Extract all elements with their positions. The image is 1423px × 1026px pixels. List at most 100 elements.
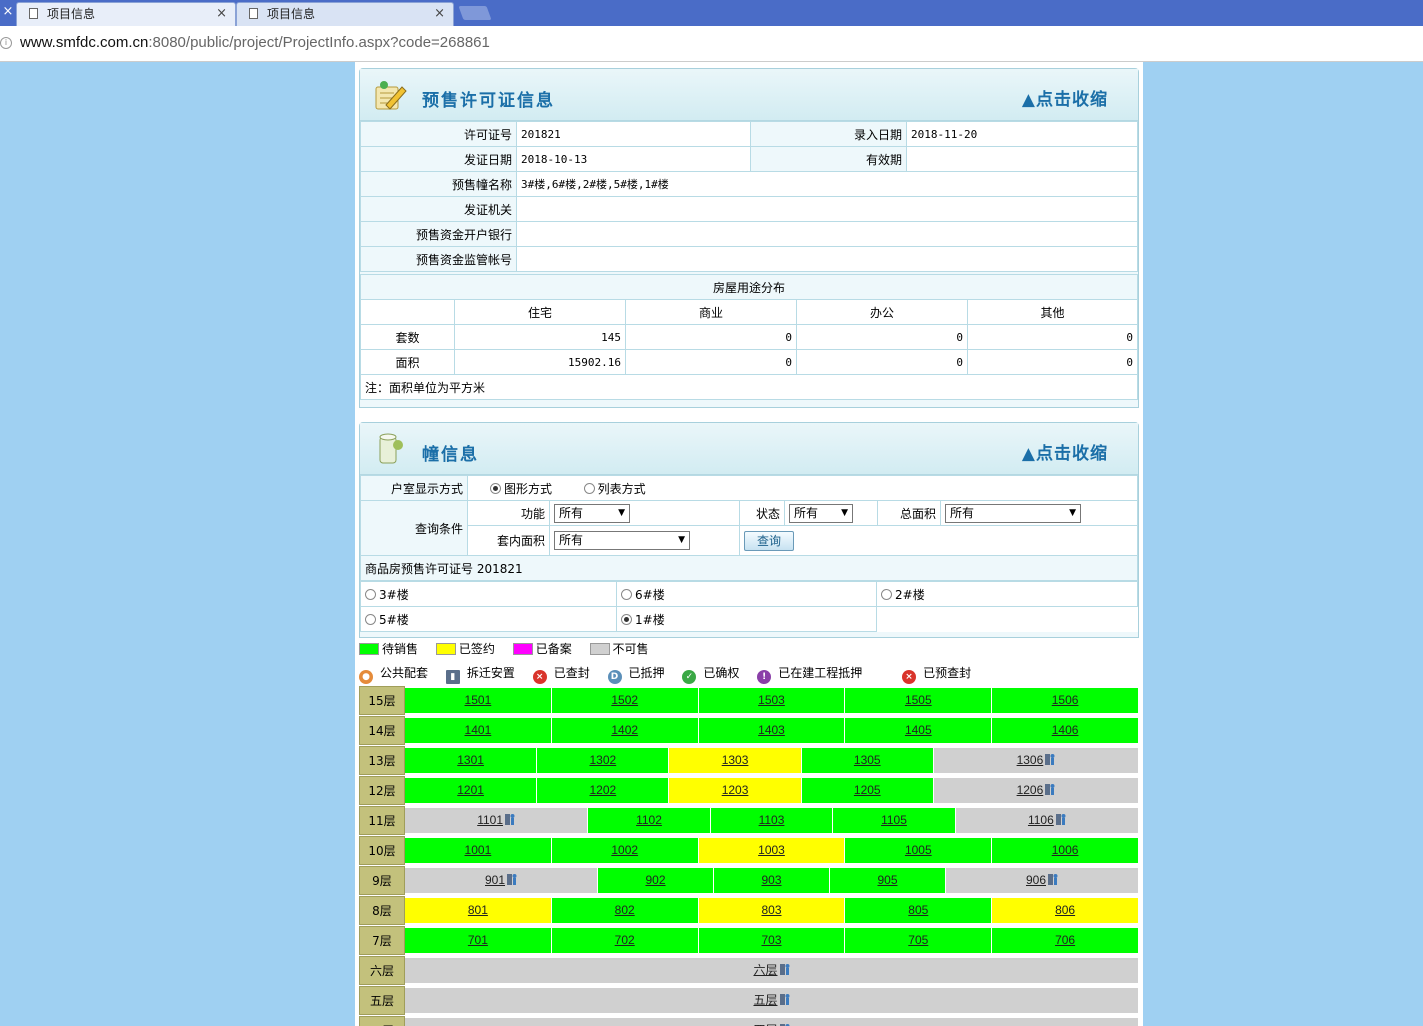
unit-cell[interactable]: 906 [945, 868, 1140, 893]
inner-area-select[interactable]: 所有 [554, 531, 690, 550]
legend-label: 已确权 [703, 666, 740, 680]
unit-cell[interactable]: 1003 [698, 838, 846, 863]
unit-cell[interactable]: 1201 [405, 778, 538, 803]
unit-cell[interactable]: 1502 [551, 688, 699, 713]
building-query-table: 户室显示方式 图形方式 列表方式 查询条件 功能 所有 状态 所有 总面积 所有… [360, 475, 1138, 581]
page-info-icon[interactable]: i [0, 37, 12, 49]
unit-cell[interactable]: 703 [698, 928, 846, 953]
query-button[interactable]: 查询 [744, 530, 795, 551]
usage-cell: 0 [967, 349, 1138, 375]
unit-cell[interactable]: 1302 [537, 748, 670, 773]
building-radio-3[interactable]: 3#楼 [360, 581, 617, 607]
unit-cell[interactable]: 四层 [405, 1018, 1139, 1026]
usage-cell: 0 [625, 349, 797, 375]
unit-cell[interactable]: 1206 [933, 778, 1139, 803]
unit-cell[interactable]: 706 [992, 928, 1139, 953]
unit-cell[interactable]: 1105 [833, 808, 956, 833]
unit-cell[interactable]: 1202 [537, 778, 670, 803]
unit-cell[interactable]: 806 [992, 898, 1139, 923]
unit-cell[interactable]: 1301 [405, 748, 538, 773]
unit-cell[interactable]: 1006 [992, 838, 1139, 863]
floor-label: 10层 [359, 836, 405, 865]
unit-cell[interactable]: 五层 [405, 988, 1139, 1013]
usage-row-label: 套数 [360, 324, 455, 350]
unit-cell[interactable]: 1403 [698, 718, 846, 743]
unit-cell[interactable]: 1402 [551, 718, 699, 743]
unit-cell[interactable]: 1102 [588, 808, 711, 833]
legend-label: 不可售 [612, 642, 649, 656]
tab-project-info-2[interactable]: 项目信息 × [236, 2, 454, 26]
unit-cell[interactable]: 1103 [710, 808, 834, 833]
unit-cell[interactable]: 905 [830, 868, 946, 893]
unit-cell[interactable]: 1005 [845, 838, 993, 863]
relocation-icon [503, 813, 515, 827]
bank-value [516, 221, 1138, 247]
status-select[interactable]: 所有 [789, 503, 853, 523]
unit-cell[interactable]: 802 [551, 898, 699, 923]
unit-cell[interactable]: 1001 [405, 838, 552, 863]
status-label: 状态 [739, 500, 785, 526]
usage-cell: 15902.16 [454, 349, 626, 375]
unit-cell[interactable]: 1101 [405, 808, 589, 833]
unit-cell[interactable]: 1401 [405, 718, 552, 743]
unit-cell[interactable]: 1405 [845, 718, 993, 743]
unit-cell[interactable]: 803 [698, 898, 846, 923]
unit-cell[interactable]: 六层 [405, 958, 1139, 983]
unit-cell[interactable]: 1203 [669, 778, 802, 803]
function-select[interactable]: 所有 [554, 503, 630, 523]
unit-cell[interactable]: 1503 [698, 688, 846, 713]
usage-header: 办公 [796, 299, 968, 325]
tab-close-icon[interactable]: × [434, 3, 445, 25]
building-panel: 幢信息 ▲点击收缩 户室显示方式 图形方式 列表方式 查询条件 功能 所有 状态… [359, 422, 1139, 638]
unit-cell[interactable]: 702 [551, 928, 699, 953]
new-tab-button[interactable] [458, 6, 492, 20]
unit-cell[interactable]: 901 [405, 868, 599, 893]
unit-cell[interactable]: 1506 [992, 688, 1139, 713]
unit-cell[interactable]: 902 [598, 868, 715, 893]
building-radio-6[interactable]: 6#楼 [616, 581, 877, 607]
confirmed-icon: ✓ [682, 670, 697, 684]
legend-swatch [512, 643, 533, 655]
inner-area-label: 套内面积 [467, 525, 550, 556]
address-bar[interactable]: i www.smfdc.com.cn:8080/public/project/P… [0, 26, 1423, 62]
unit-cell[interactable]: 1106 [955, 808, 1139, 833]
unit-cell[interactable]: 1501 [405, 688, 552, 713]
display-graphic-radio[interactable]: 图形方式 [490, 482, 552, 496]
floor-label: 六层 [359, 956, 405, 985]
public-facility-icon: ● [359, 670, 373, 684]
unit-cell[interactable]: 805 [845, 898, 993, 923]
unit-cell[interactable]: 1205 [801, 778, 934, 803]
construction-mortgage-icon: ! [757, 670, 772, 684]
presale-collapse-toggle[interactable]: ▲点击收缩 [1022, 85, 1108, 110]
building-panel-title: 幢信息 [422, 445, 479, 465]
tab-close-icon[interactable]: × [216, 3, 227, 25]
building-collapse-toggle[interactable]: ▲点击收缩 [1022, 439, 1108, 464]
unit-cell[interactable]: 1306 [933, 748, 1139, 773]
building-radio-5[interactable]: 5#楼 [360, 606, 617, 632]
valid-label: 有效期 [750, 146, 907, 172]
unit-cell[interactable]: 801 [405, 898, 552, 923]
floor-label: 11层 [359, 806, 405, 835]
floor-row: 9层 901 902 903 905 906 [359, 866, 1140, 896]
url-text[interactable]: www.smfdc.com.cn:8080/public/project/Pro… [20, 34, 490, 51]
unit-cell[interactable]: 1305 [801, 748, 934, 773]
unit-cell[interactable]: 701 [405, 928, 552, 953]
total-area-select[interactable]: 所有 [945, 503, 1081, 523]
floor-label: 12层 [359, 776, 405, 805]
unit-cell[interactable]: 1505 [845, 688, 993, 713]
tab-title: 项目信息 [47, 7, 96, 21]
floor-units: 五层 [405, 986, 1139, 1015]
close-icon[interactable]: × [2, 5, 14, 19]
floor-label: 9层 [359, 866, 405, 895]
unit-cell[interactable]: 903 [714, 868, 830, 893]
unit-cell[interactable]: 1303 [669, 748, 802, 773]
building-radio-2[interactable]: 2#楼 [876, 581, 1138, 607]
unit-cell[interactable]: 705 [845, 928, 993, 953]
usage-table: 房屋用途分布 住宅 商业 办公 其他 套数 145 0 0 0 面积 15902… [360, 274, 1138, 400]
unit-cell[interactable]: 1002 [551, 838, 699, 863]
unit-cell[interactable]: 1406 [992, 718, 1139, 743]
display-list-radio[interactable]: 列表方式 [583, 482, 646, 496]
building-radio-1[interactable]: 1#楼 [616, 606, 877, 632]
tab-project-info-1[interactable]: 项目信息 × [16, 2, 236, 26]
relocation-icon: ▮ [445, 670, 460, 684]
